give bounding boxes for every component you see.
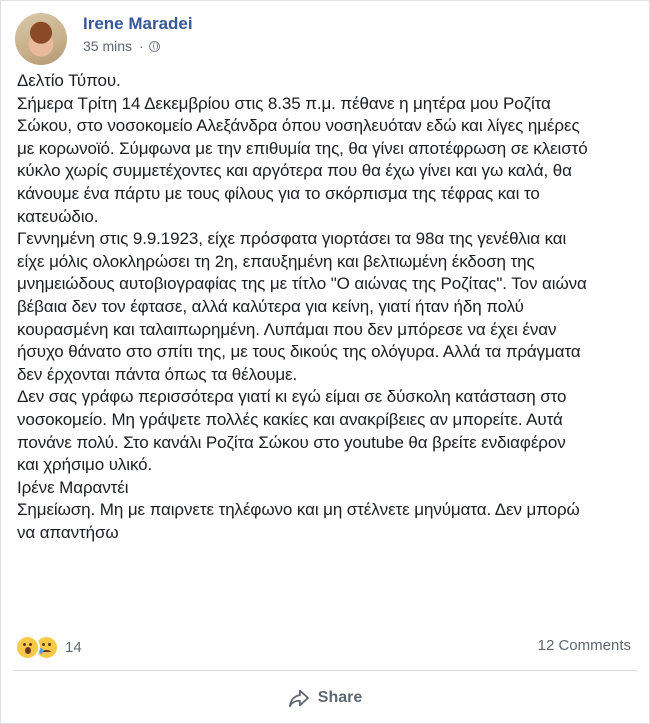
- post-body-line: κατευώδιο.: [17, 206, 99, 226]
- post-header: Irene Maradei 35 mins ·: [15, 13, 193, 65]
- wow-reaction-icon: [15, 635, 40, 660]
- divider: [13, 670, 637, 671]
- post-body: Δελτίο Τύπου. Σήμερα Τρίτη 14 Δεκεμβρίου …: [17, 70, 637, 544]
- post-body-line: Δελτίο Τύπου.: [17, 71, 121, 90]
- avatar[interactable]: [15, 13, 67, 65]
- post-body-line: Σήμερα Τρίτη 14 Δεκεμβρίου στις 8.35 π.μ…: [17, 93, 551, 113]
- post-body-line: είχε μόλις ολοκληρώσει τη 2η, επαυξημένη…: [17, 251, 535, 271]
- post-meta: Irene Maradei 35 mins ·: [83, 14, 193, 54]
- post-body-line: με κορωνοϊό. Σύμφωνα με την επιθυμία της…: [17, 138, 588, 158]
- post-body-line: μνημειώδους αυτοβιογραφίας της με τίτλο …: [17, 274, 587, 294]
- comments-count-link[interactable]: 12 Comments: [538, 637, 631, 654]
- share-icon: [288, 689, 309, 708]
- post-body-line: Ιρένε Μαραντέι: [17, 477, 129, 497]
- timestamp-row: 35 mins ·: [83, 38, 193, 54]
- post-card: Irene Maradei 35 mins · Δελτίο Τύπου. Σήμ…: [0, 0, 650, 724]
- post-body-line: κάνουμε ένα πάρτυ με τους φίλους για το …: [17, 183, 540, 203]
- reaction-count[interactable]: 14: [65, 639, 82, 656]
- post-body-line: πονάνε πολύ. Στο κανάλι Ροζίτα Σώκου στο…: [17, 432, 566, 452]
- post-body-line: δεν έρχονται πάντα όπως τα θέλουμε.: [17, 364, 298, 384]
- post-body-line: Γεννημένη στις 9.9.1923, είχε πρόσφατα γ…: [17, 229, 567, 249]
- post-body-line: Σημείωση. Μη με παιρνετε τηλέφωνο και μη…: [17, 500, 580, 520]
- post-body-line: και χρήσιμο υλικό.: [17, 455, 153, 475]
- share-label: Share: [317, 689, 363, 706]
- post-body-line: κύκλο χωρίς συμμετέχοντες και αργότερα π…: [17, 161, 572, 181]
- post-body-line: να απαντήσω: [17, 522, 119, 542]
- reaction-summary[interactable]: 14: [15, 635, 82, 660]
- globe-icon[interactable]: [148, 40, 160, 52]
- post-body-line: νοσοκομείο. Μη γράψετε πολλές κακίες και…: [17, 409, 563, 429]
- timestamp[interactable]: 35 mins: [83, 38, 132, 54]
- share-button[interactable]: Share: [1, 681, 649, 715]
- author-name[interactable]: Irene Maradei: [83, 14, 193, 34]
- post-body-line: ήσυχο θάνατο στο σπίτι της, με τους δικο…: [17, 342, 581, 362]
- post-body-line: Σώκου, στο νοσοκομείο Αλεξάνδρα όπου νοσ…: [17, 116, 580, 136]
- post-body-line: βέβαια δεν τον έφτασε, αλλά καλύτερα για…: [17, 296, 524, 316]
- post-body-line: Δεν σας γράφω περισσότερα γιατί κι εγώ ε…: [17, 387, 567, 407]
- separator-dot: ·: [139, 38, 144, 54]
- post-body-line: κουρασμένη και ταλαιπωρημένη. Λυπάμαι πο…: [17, 319, 557, 339]
